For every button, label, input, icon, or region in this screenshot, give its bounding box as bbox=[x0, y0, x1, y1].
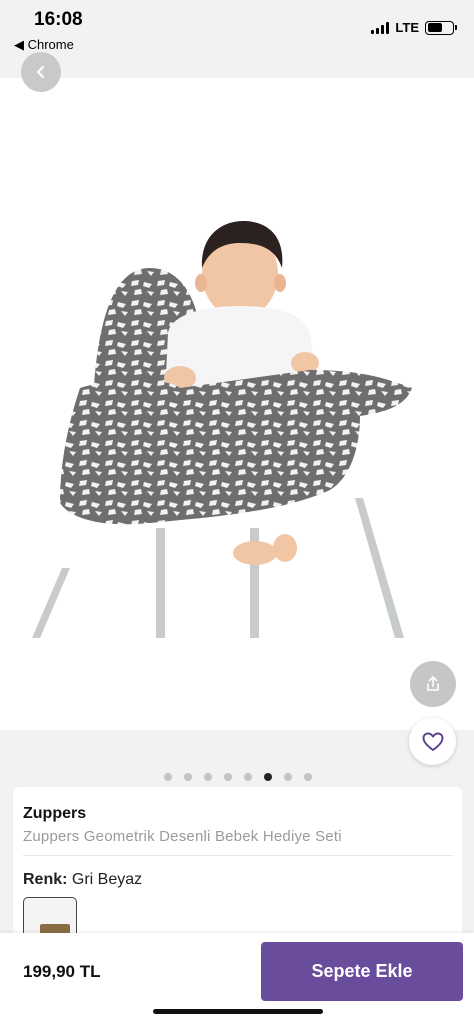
price: 199,90 TL bbox=[23, 962, 101, 981]
share-icon bbox=[427, 676, 439, 691]
page-dot[interactable] bbox=[304, 773, 312, 781]
page-dot[interactable] bbox=[224, 773, 232, 781]
brand-name[interactable]: Zuppers bbox=[23, 805, 452, 823]
page-dot-active[interactable] bbox=[264, 773, 272, 781]
page-dot[interactable] bbox=[184, 773, 192, 781]
back-to-app-link[interactable]: ◀ Chrome bbox=[14, 37, 74, 53]
chevron-left-icon bbox=[36, 65, 45, 79]
page-dot[interactable] bbox=[284, 773, 292, 781]
signal-icon bbox=[371, 21, 390, 34]
bottom-bar: 199,90 TL Sepete Ekle bbox=[0, 933, 474, 1024]
back-button[interactable] bbox=[21, 52, 61, 92]
product-image[interactable] bbox=[0, 78, 474, 730]
page-dot[interactable] bbox=[244, 773, 252, 781]
share-button[interactable] bbox=[410, 661, 456, 707]
page-dot[interactable] bbox=[164, 773, 172, 781]
product-photo bbox=[32, 220, 412, 638]
network-type: LTE bbox=[395, 20, 419, 35]
add-to-cart-button[interactable]: Sepete Ekle bbox=[261, 942, 463, 1001]
favorite-button[interactable] bbox=[409, 718, 456, 765]
color-row: Renk: Gri Beyaz bbox=[23, 871, 452, 889]
battery-icon bbox=[425, 20, 457, 35]
product-title: Zuppers Geometrik Desenli Bebek Hediye S… bbox=[23, 828, 342, 845]
image-pagination bbox=[0, 773, 474, 781]
page-dot[interactable] bbox=[204, 773, 212, 781]
color-label: Renk: bbox=[23, 871, 68, 888]
color-value: Gri Beyaz bbox=[71, 871, 143, 888]
status-bar: 16:08 ◀ Chrome LTE bbox=[0, 0, 474, 78]
heart-icon bbox=[422, 732, 443, 751]
divider bbox=[23, 855, 453, 856]
product-info-card: Zuppers Zuppers Geometrik Desenli Bebek … bbox=[13, 787, 462, 957]
status-indicators: LTE bbox=[371, 20, 457, 35]
home-indicator bbox=[153, 1009, 323, 1014]
status-time: 16:08 bbox=[34, 9, 83, 30]
